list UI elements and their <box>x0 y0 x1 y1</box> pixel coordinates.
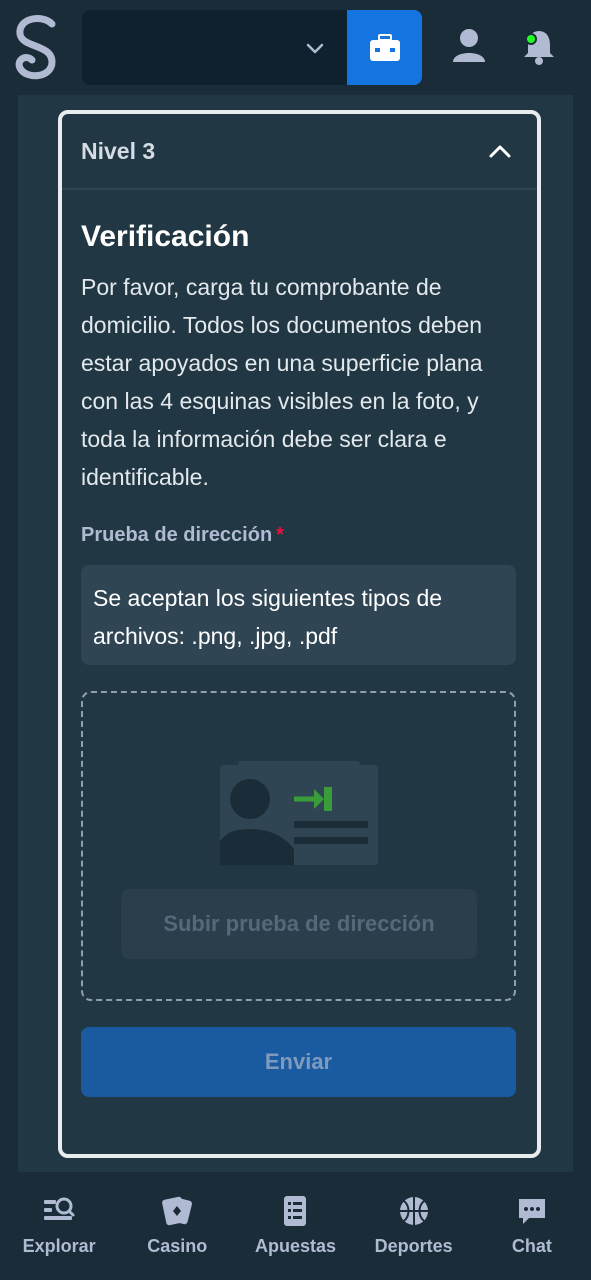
nav-label-casino: Casino <box>147 1236 208 1256</box>
address-proof-label: Prueba de dirección * <box>81 524 517 547</box>
nav-label-chat: Chat <box>511 1236 552 1256</box>
currency-select[interactable] <box>82 10 347 85</box>
id-card-icon <box>220 761 378 865</box>
level-label: Nivel 3 <box>81 137 156 164</box>
wallet-icon <box>369 33 400 61</box>
user-icon[interactable] <box>448 26 490 68</box>
wallet-button[interactable] <box>347 10 422 85</box>
nav-item-deportes[interactable]: Deportes <box>359 1194 469 1257</box>
submit-button[interactable]: Enviar <box>81 1027 516 1097</box>
verification-title: Verificación <box>81 220 250 253</box>
browse-icon <box>44 1197 75 1220</box>
casino-cards-icon <box>162 1196 193 1226</box>
upload-address-proof-button[interactable]: Subir prueba de dirección <box>121 889 477 959</box>
nav-label-deportes: Deportes <box>374 1236 453 1256</box>
chevron-up-icon[interactable] <box>487 138 513 164</box>
nav-item-chat[interactable]: Chat <box>477 1194 587 1257</box>
top-bar <box>0 0 591 95</box>
address-proof-label-text: Prueba de dirección <box>81 524 273 546</box>
required-marker: * <box>276 524 284 546</box>
stake-s-logo-icon[interactable] <box>12 14 62 82</box>
verification-description: Por favor, carga tu comprobante de domic… <box>81 274 483 490</box>
page: Nivel 3 Verificación Por favor, carga tu… <box>0 0 591 1280</box>
accepted-file-types-info: Se aceptan los siguientes tipos de archi… <box>81 565 516 665</box>
bets-list-icon <box>284 1196 307 1226</box>
bottom-nav: Explorar Casino Apuestas Deportes Chat <box>0 1172 591 1280</box>
chevron-down-icon <box>306 43 324 54</box>
nav-item-apuestas[interactable]: Apuestas <box>240 1194 350 1257</box>
nav-label-explorar: Explorar <box>22 1236 96 1256</box>
level-header[interactable]: Nivel 3 <box>62 114 537 190</box>
nav-item-casino[interactable]: Casino <box>122 1194 232 1257</box>
verification-card: Nivel 3 Verificación Por favor, carga tu… <box>58 110 541 1158</box>
nav-label-apuestas: Apuestas <box>254 1236 336 1256</box>
card-body: Verificación Por favor, carga tu comprob… <box>62 190 537 1097</box>
nav-item-explorar[interactable]: Explorar <box>4 1194 114 1257</box>
bell-icon[interactable] <box>518 26 560 68</box>
chat-icon <box>518 1199 545 1224</box>
basketball-icon <box>399 1197 428 1225</box>
file-dropzone[interactable]: Subir prueba de dirección <box>81 691 516 1001</box>
